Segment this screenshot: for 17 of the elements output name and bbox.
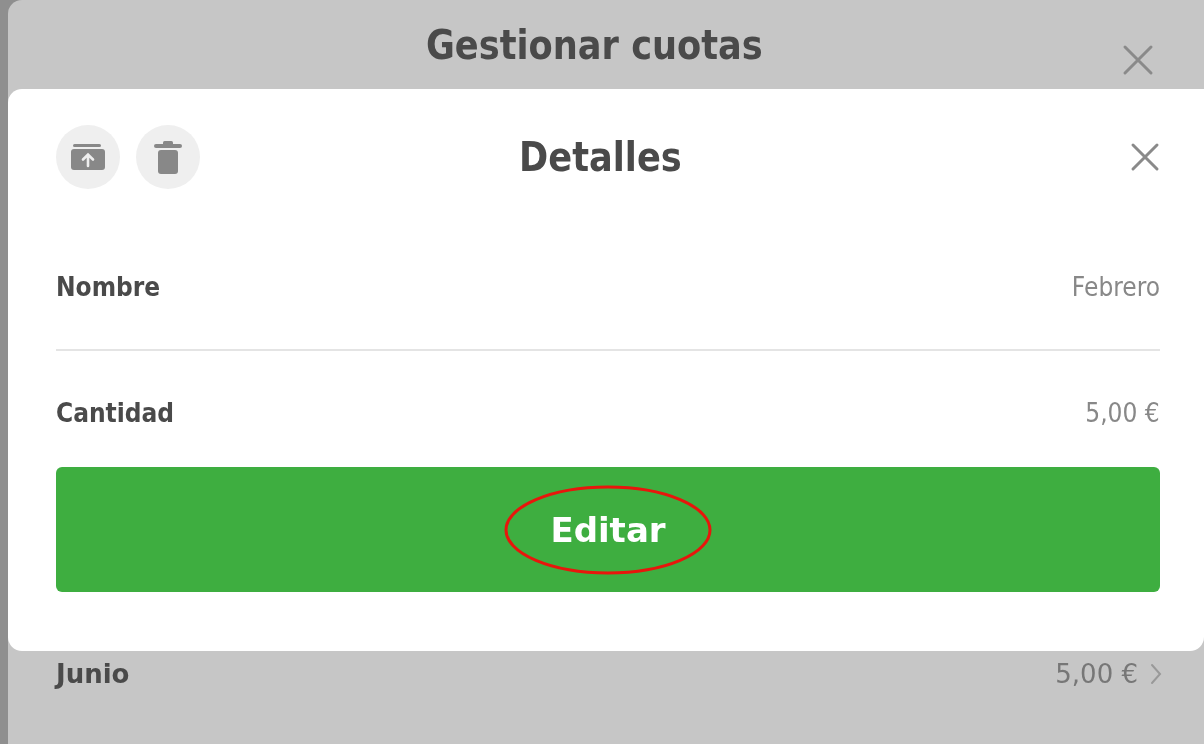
- field-value: Febrero: [1071, 272, 1160, 302]
- edit-button[interactable]: Editar: [56, 467, 1160, 592]
- field-value: 5,00 €: [1085, 398, 1160, 428]
- field-label: Cantidad: [56, 398, 175, 428]
- close-button[interactable]: [1130, 142, 1160, 172]
- row-label: Junio: [56, 659, 131, 689]
- row-amount: 5,00 €: [1055, 659, 1138, 689]
- field-label: Nombre: [56, 272, 161, 302]
- list-row[interactable]: Junio 5,00 €: [8, 651, 1204, 689]
- close-icon: [1130, 142, 1160, 172]
- dialog-title: Detalles: [518, 134, 682, 180]
- upload-tray-icon: [71, 144, 105, 170]
- chevron-right-icon: [1150, 663, 1162, 685]
- sheet-title: Gestionar cuotas: [425, 21, 763, 68]
- close-icon: [1122, 44, 1154, 76]
- trash-icon: [154, 140, 182, 174]
- close-button[interactable]: [1122, 44, 1154, 76]
